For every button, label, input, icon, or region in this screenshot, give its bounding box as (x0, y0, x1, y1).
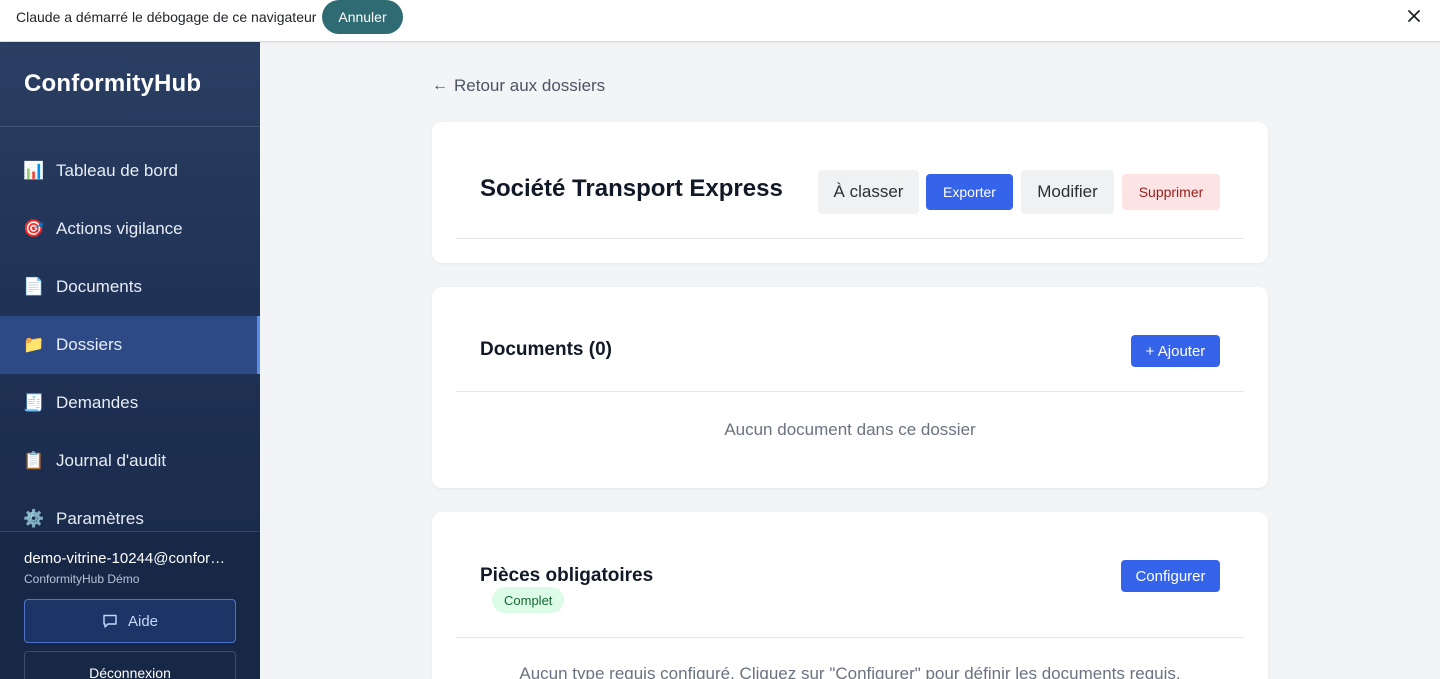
sidebar-item-audit-log[interactable]: 📋 Journal d'audit (0, 432, 260, 490)
debug-message: Claude a démarré le débogage de ce navig… (16, 9, 317, 25)
sidebar: ConformityHub 📊 Tableau de bord 🎯 Action… (0, 42, 260, 679)
sidebar-item-label: Dossiers (56, 335, 123, 354)
brand-logo[interactable]: ConformityHub (24, 70, 201, 98)
chat-icon (103, 614, 117, 628)
required-empty-state: Aucun type requis configuré. Cliquez sur… (519, 664, 1181, 679)
sidebar-item-dashboard[interactable]: 📊 Tableau de bord (0, 142, 260, 200)
sidebar-nav: 📊 Tableau de bord 🎯 Actions vigilance 📄 … (0, 142, 260, 548)
back-to-folders-link[interactable]: ← Retour aux dossiers (432, 76, 605, 96)
required-documents-card: Pièces obligatoires Complet Configurer A… (432, 512, 1268, 679)
sidebar-item-demandes[interactable]: 🧾 Demandes (0, 374, 260, 432)
logout-button[interactable]: Déconnexion (24, 651, 236, 679)
status-badge: Complet (492, 587, 565, 613)
add-document-button[interactable]: + Ajouter (1131, 335, 1220, 367)
sidebar-footer: demo-vitrine-10244@conformityhub.fr Conf… (0, 531, 260, 679)
divider (456, 391, 1244, 392)
folder-header-card: Société Transport Express À classer Expo… (432, 122, 1268, 263)
user-email: demo-vitrine-10244@conformityhub.fr (24, 550, 234, 567)
documents-empty-state: Aucun document dans ce dossier (724, 420, 976, 439)
sidebar-item-vigilance[interactable]: 🎯 Actions vigilance (0, 200, 260, 258)
help-button[interactable]: Aide (24, 599, 236, 643)
clipboard-icon: 📋 (23, 451, 45, 470)
bar-chart-icon: 📊 (23, 161, 45, 180)
documents-card: Documents (0) + Ajouter Aucun document d… (432, 287, 1268, 488)
sidebar-item-documents[interactable]: 📄 Documents (0, 258, 260, 316)
export-button[interactable]: Exporter (926, 174, 1013, 210)
gear-icon: ⚙️ (23, 509, 45, 528)
document-icon: 📄 (23, 277, 45, 296)
debug-banner: Claude a démarré le débogage de ce navig… (0, 0, 1440, 42)
cancel-debug-button[interactable]: Annuler (322, 0, 403, 34)
sidebar-item-label: Documents (56, 277, 142, 296)
user-organization: ConformityHub Démo (24, 572, 140, 586)
folder-icon: 📁 (23, 335, 45, 354)
divider (456, 238, 1244, 239)
configure-button[interactable]: Configurer (1121, 560, 1220, 592)
arrow-left-icon: ← (432, 77, 448, 94)
classify-button[interactable]: À classer (818, 170, 919, 214)
receipt-icon: 🧾 (23, 393, 45, 412)
back-link-label: Retour aux dossiers (454, 76, 606, 95)
main-content: ← Retour aux dossiers Société Transport … (260, 42, 1440, 679)
sidebar-item-dossiers[interactable]: 📁 Dossiers (0, 316, 260, 374)
target-icon: 🎯 (23, 219, 45, 238)
sidebar-item-label: Paramètres (56, 509, 144, 528)
page-title: Société Transport Express (480, 175, 783, 202)
divider (0, 126, 260, 127)
sidebar-item-label: Tableau de bord (56, 161, 178, 180)
sidebar-item-label: Journal d'audit (56, 451, 167, 470)
help-label: Aide (127, 612, 159, 630)
divider (456, 637, 1244, 638)
required-documents-title: Pièces obligatoires (480, 565, 654, 586)
sidebar-item-label: Demandes (56, 393, 139, 412)
close-icon[interactable] (1406, 8, 1422, 24)
documents-title: Documents (0) (480, 339, 612, 360)
delete-button[interactable]: Supprimer (1122, 174, 1220, 210)
sidebar-item-label: Actions vigilance (56, 219, 183, 238)
modify-button[interactable]: Modifier (1021, 170, 1114, 214)
